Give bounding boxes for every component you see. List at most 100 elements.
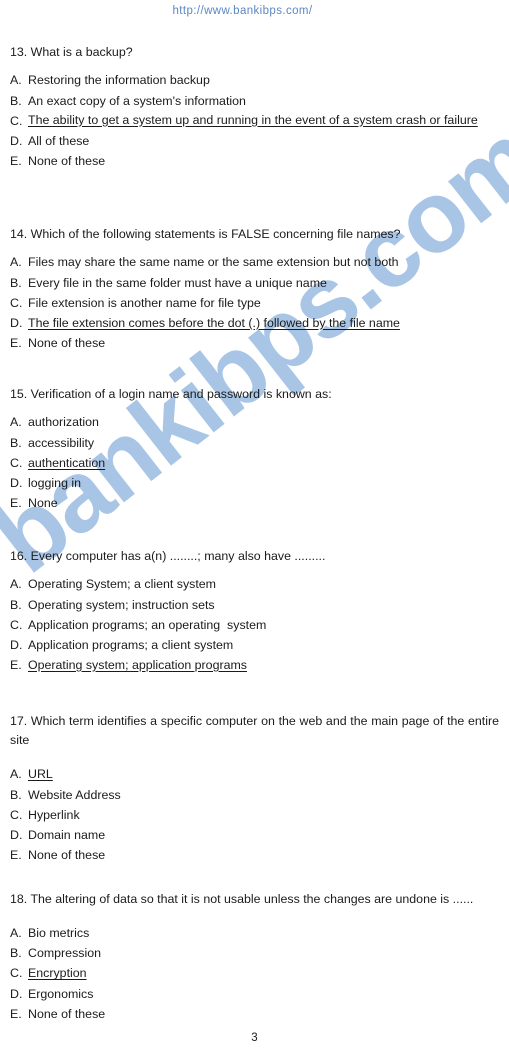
option-letter: E.	[10, 153, 22, 168]
option-item[interactable]: D. Ergonomics	[10, 984, 499, 1004]
option-letter: A.	[10, 415, 22, 430]
option-item[interactable]: B. Website Address	[10, 785, 499, 805]
option-item[interactable]: C. Encryption	[10, 963, 499, 983]
option-letter: B.	[10, 597, 22, 612]
option-letter: D.	[10, 986, 23, 1001]
option-letter: A.	[10, 577, 22, 592]
option-item[interactable]: A. Operating System; a client system	[10, 574, 499, 594]
option-text: Files may share the same name or the sam…	[28, 255, 399, 270]
option-text: An exact copy of a system's information	[28, 93, 246, 108]
option-item[interactable]: E. None of these	[10, 845, 499, 865]
option-letter: D.	[10, 133, 23, 148]
option-text: Ergonomics	[28, 986, 94, 1001]
option-item[interactable]: D. Application programs; a client system	[10, 635, 499, 655]
option-letter: E.	[10, 847, 22, 862]
option-letter: C.	[10, 807, 23, 822]
page-number: 3	[251, 1032, 258, 1044]
option-item[interactable]: B. accessibility	[10, 433, 499, 453]
option-letter: C.	[10, 113, 23, 128]
option-text: All of these	[28, 133, 90, 148]
option-item[interactable]: A. authorization	[10, 412, 499, 432]
option-item[interactable]: A. Files may share the same name or the s…	[10, 252, 499, 272]
option-letter: E.	[10, 495, 22, 510]
option-letter: C.	[10, 455, 23, 470]
option-text: authentication	[28, 455, 106, 470]
option-text: Every file in the same folder must have …	[28, 275, 327, 290]
option-letter: A.	[10, 73, 22, 88]
option-list: A. Restoring the information backup B. An e…	[10, 70, 499, 170]
question-block: 16. Every computer has a(n) ........; ma…	[10, 550, 499, 675]
option-letter: C.	[10, 966, 23, 981]
option-text: URL	[28, 767, 53, 782]
option-list: A. Files may share the same name or the s…	[10, 252, 499, 352]
option-text: File extension is another name for file …	[28, 295, 261, 310]
option-item[interactable]: C. Hyperlink	[10, 805, 499, 825]
header-url[interactable]: http://www.bankibps.com/	[0, 0, 509, 17]
option-text: logging in	[28, 475, 82, 490]
option-letter: B.	[10, 435, 22, 450]
document-page: bankibps.com http://www.bankibps.com/ 13…	[0, 0, 509, 1056]
option-text: accessibility	[28, 435, 95, 450]
option-item[interactable]: A. Bio metrics	[10, 923, 499, 943]
option-letter: E.	[10, 657, 22, 672]
option-item[interactable]: B. Operating system; instruction sets	[10, 595, 499, 615]
option-list: A. Bio metrics B. Compression C. Encryption D.…	[10, 923, 499, 1023]
question-prompt: 18. The altering of data so that it is n…	[10, 892, 474, 906]
option-text: Encryption	[28, 966, 87, 981]
option-item[interactable]: C. File extension is another name for fil…	[10, 293, 499, 313]
option-text: None of these	[28, 1006, 106, 1021]
option-item[interactable]: E. None	[10, 493, 499, 513]
option-item[interactable]: B. An exact copy of a system's informatio…	[10, 91, 499, 111]
option-letter: E.	[10, 335, 22, 350]
question-block: 13. What is a backup? A. Restoring the inf…	[10, 46, 499, 171]
option-letter: A.	[10, 926, 22, 941]
option-item[interactable]: C. authentication	[10, 453, 499, 473]
option-text: Restoring the information backup	[28, 73, 210, 88]
option-letter: B.	[10, 93, 22, 108]
option-text: Hyperlink	[28, 807, 80, 822]
option-item[interactable]: B. Compression	[10, 943, 499, 963]
option-item[interactable]: D. logging in	[10, 473, 499, 493]
option-item[interactable]: E. None of these	[10, 1004, 499, 1024]
option-letter: B.	[10, 946, 22, 961]
option-letter: A.	[10, 767, 22, 782]
question-prompt: 14. Which of the following statements is…	[10, 227, 401, 241]
option-item[interactable]: D. Domain name	[10, 825, 499, 845]
option-letter: B.	[10, 787, 22, 802]
option-item[interactable]: B. Every file in the same folder must hav…	[10, 273, 499, 293]
option-text: Operating system; application programs	[28, 657, 248, 672]
question-block: 14. Which of the following statements is…	[10, 228, 499, 353]
option-text: None	[28, 495, 58, 510]
question-prompt: 15. Verification of a login name and pas…	[10, 387, 332, 401]
question-block: 18. The altering of data so that it is n…	[10, 890, 499, 1024]
option-item[interactable]: C. Application programs; an operating sys…	[10, 615, 499, 635]
option-letter: B.	[10, 275, 22, 290]
option-text: Bio metrics	[28, 926, 90, 941]
option-text: Operating system; instruction sets	[28, 597, 215, 612]
option-letter: A.	[10, 255, 22, 270]
document-content: http://www.bankibps.com/ 13. What is a b…	[0, 0, 509, 1044]
question-prompt: 16. Every computer has a(n) ........; ma…	[10, 549, 326, 563]
option-item[interactable]: C. The ability to get a system up and run…	[10, 111, 499, 131]
option-text: The file extension comes before the dot …	[28, 315, 400, 330]
option-item[interactable]: E. Operating system; application programs	[10, 655, 499, 675]
option-letter: E.	[10, 1006, 22, 1021]
option-text: None of these	[28, 335, 106, 350]
option-text: Website Address	[28, 787, 121, 802]
option-text: authorization	[28, 415, 99, 430]
question-prompt: 17. Which term identifies a specific com…	[10, 714, 499, 748]
option-letter: C.	[10, 295, 23, 310]
option-item[interactable]: E. None of these	[10, 151, 499, 171]
option-item[interactable]: D. All of these	[10, 131, 499, 151]
option-letter: D.	[10, 637, 23, 652]
option-item[interactable]: A. URL	[10, 764, 499, 784]
option-item[interactable]: A. Restoring the information backup	[10, 70, 499, 90]
question-block: 17. Which term identifies a specific com…	[10, 712, 499, 865]
question-prompt: 13. What is a backup?	[10, 45, 133, 59]
option-text: Operating System; a client system	[28, 577, 216, 592]
question-block: 15. Verification of a login name and pas…	[10, 388, 499, 513]
option-letter: D.	[10, 475, 23, 490]
option-letter: D.	[10, 315, 23, 330]
option-item[interactable]: D. The file extension comes before the do…	[10, 313, 499, 333]
option-item[interactable]: E. None of these	[10, 333, 499, 353]
